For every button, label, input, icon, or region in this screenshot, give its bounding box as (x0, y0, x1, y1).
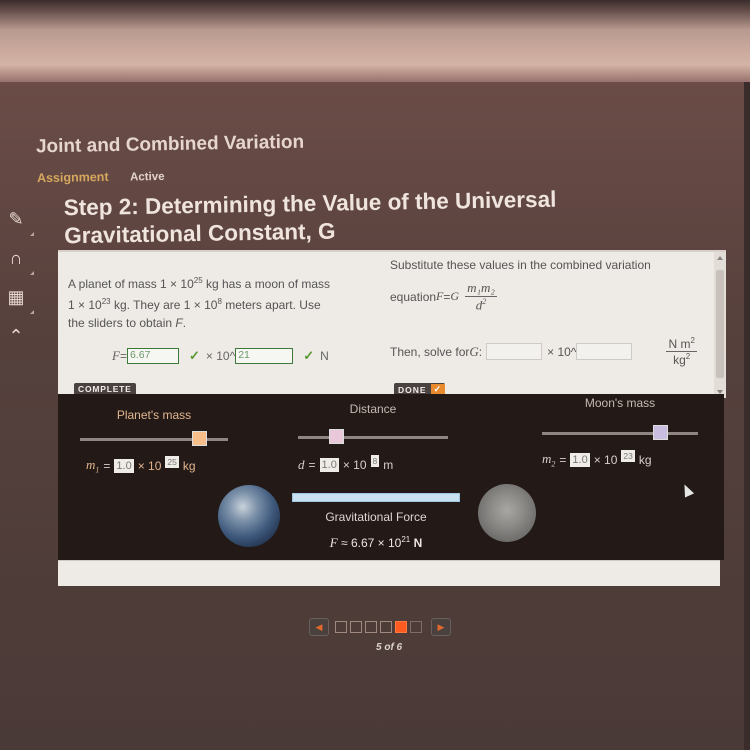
pencil-button[interactable]: ✎ (4, 204, 34, 236)
force-value: F ≈ 6.67 × 1021 N (329, 535, 423, 550)
problem-text: A planet of mass 1 × 1025 kg has a moon … (68, 276, 331, 330)
headphones-icon: ∩ (9, 247, 23, 268)
force-unit: N (320, 349, 329, 363)
pencil-icon: ✎ (8, 208, 24, 229)
collapse-button[interactable]: ⌃ (4, 321, 28, 351)
equation-fraction: m₁m₂ d2 (465, 280, 497, 313)
panel-scrollbar[interactable] (714, 252, 726, 398)
tool-rail: ✎ ∩ ▦ ⌃ (4, 204, 34, 360)
moon-mass-label: Moon's mass (584, 396, 656, 410)
correct-check-icon: ✓ (188, 348, 200, 363)
gravity-simulation: Planet's mass m1 = 1.0 × 10 25 kg Distan… (58, 394, 724, 560)
moon-mass-slider-group: Moon's mass m2 = 1.0 × 10 23 kg (542, 396, 698, 469)
planet-mass-label: Planet's mass (116, 408, 192, 422)
panel-footer (58, 560, 720, 586)
force-answer-row: F = 6.67 ✓ × 10^ 21 ✓ N (112, 348, 329, 364)
chevron-right-icon: ▶ (437, 621, 445, 632)
distance-exponent-field[interactable]: 8 (370, 455, 380, 467)
content-panel: A planet of mass 1 × 1025 kg has a moon … (58, 250, 726, 398)
planet-mass-readout: m1 = 1.0 × 10 25 kg (86, 455, 196, 475)
correct-check-icon: ✓ (303, 348, 315, 363)
planet-mantissa-field[interactable]: 1.0 (114, 458, 134, 473)
force-mantissa-input[interactable]: 6.67 (126, 348, 179, 364)
page-indicator-3[interactable] (365, 621, 377, 633)
equation-row: equation F = G m₁m₂ d2 (390, 280, 497, 313)
expand-corner-icon (30, 310, 34, 314)
moon-mass-readout: m2 = 1.0 × 10 23 kg (542, 449, 652, 469)
moon-mantissa-field[interactable]: 1.0 (570, 452, 590, 467)
meta-row: Assignment Active (37, 169, 165, 185)
times-ten-label: × 10^ (547, 344, 577, 359)
force-label: Gravitational Force (325, 510, 427, 524)
expand-corner-icon (30, 232, 34, 236)
distance-slider-thumb[interactable] (329, 429, 344, 444)
step-title: Step 2: Determining the Value of the Uni… (64, 186, 558, 251)
planet-exponent-field[interactable]: 25 (165, 455, 179, 468)
planet-mass-slider-thumb[interactable] (191, 431, 207, 446)
expand-corner-icon (30, 271, 34, 275)
g-unit-fraction: N m2 kg2 (666, 336, 697, 367)
force-exponent-input[interactable]: 21 (235, 348, 294, 364)
distance-label: Distance (349, 402, 397, 416)
solve-g-row: Then, solve for G: × 10^ N m2 kg2 (390, 336, 697, 367)
next-page-button[interactable]: ▶ (431, 618, 451, 636)
distance-slider-group: Distance d = 1.0 × 10 8 m (298, 402, 448, 473)
times-ten-label: × 10^ (205, 349, 236, 363)
pagination: ◀ ▶ (309, 618, 451, 636)
scroll-up-icon[interactable] (717, 256, 723, 260)
substitute-text: Substitute these values in the combined … (390, 258, 651, 272)
course-title: Joint and Combined Variation (35, 131, 305, 158)
moon-mass-track[interactable] (542, 425, 698, 440)
planet-image (218, 485, 280, 547)
status-label: Active (129, 170, 165, 184)
collapse-up-icon: ⌃ (8, 325, 24, 346)
page-indicator-6[interactable] (410, 621, 422, 633)
moon-image (478, 484, 536, 542)
headphones-button[interactable]: ∩ (4, 243, 34, 275)
planet-mass-track[interactable] (80, 431, 228, 446)
calculator-icon: ▦ (7, 286, 25, 307)
f-label: F (112, 348, 120, 363)
planet-mass-slider-group: Planet's mass m1 = 1.0 × 10 25 kg (80, 408, 228, 475)
scroll-thumb[interactable] (716, 270, 724, 378)
moon-mass-slider-thumb[interactable] (652, 425, 668, 440)
page-indicator-1[interactable] (335, 621, 347, 633)
prev-page-button[interactable]: ◀ (309, 618, 329, 636)
page-count: 5 of 6 (376, 642, 403, 653)
screen-edge (744, 82, 750, 750)
distance-track[interactable] (298, 429, 448, 444)
assignment-label[interactable]: Assignment (37, 170, 109, 185)
monitor-bezel (0, 0, 750, 90)
distance-readout: d = 1.0 × 10 8 m (298, 455, 394, 472)
distance-mantissa-field[interactable]: 1.0 (319, 458, 339, 472)
page-indicators (335, 621, 425, 633)
page-indicator-2[interactable] (350, 621, 362, 633)
g-mantissa-input[interactable] (486, 343, 543, 360)
g-exponent-input[interactable] (576, 343, 633, 360)
page-indicator-4[interactable] (380, 621, 392, 633)
force-bar (292, 493, 460, 502)
moon-exponent-field[interactable]: 23 (621, 449, 635, 462)
page-indicator-5[interactable] (395, 621, 407, 633)
calculator-button[interactable]: ▦ (4, 282, 34, 314)
chevron-left-icon: ◀ (315, 621, 323, 632)
